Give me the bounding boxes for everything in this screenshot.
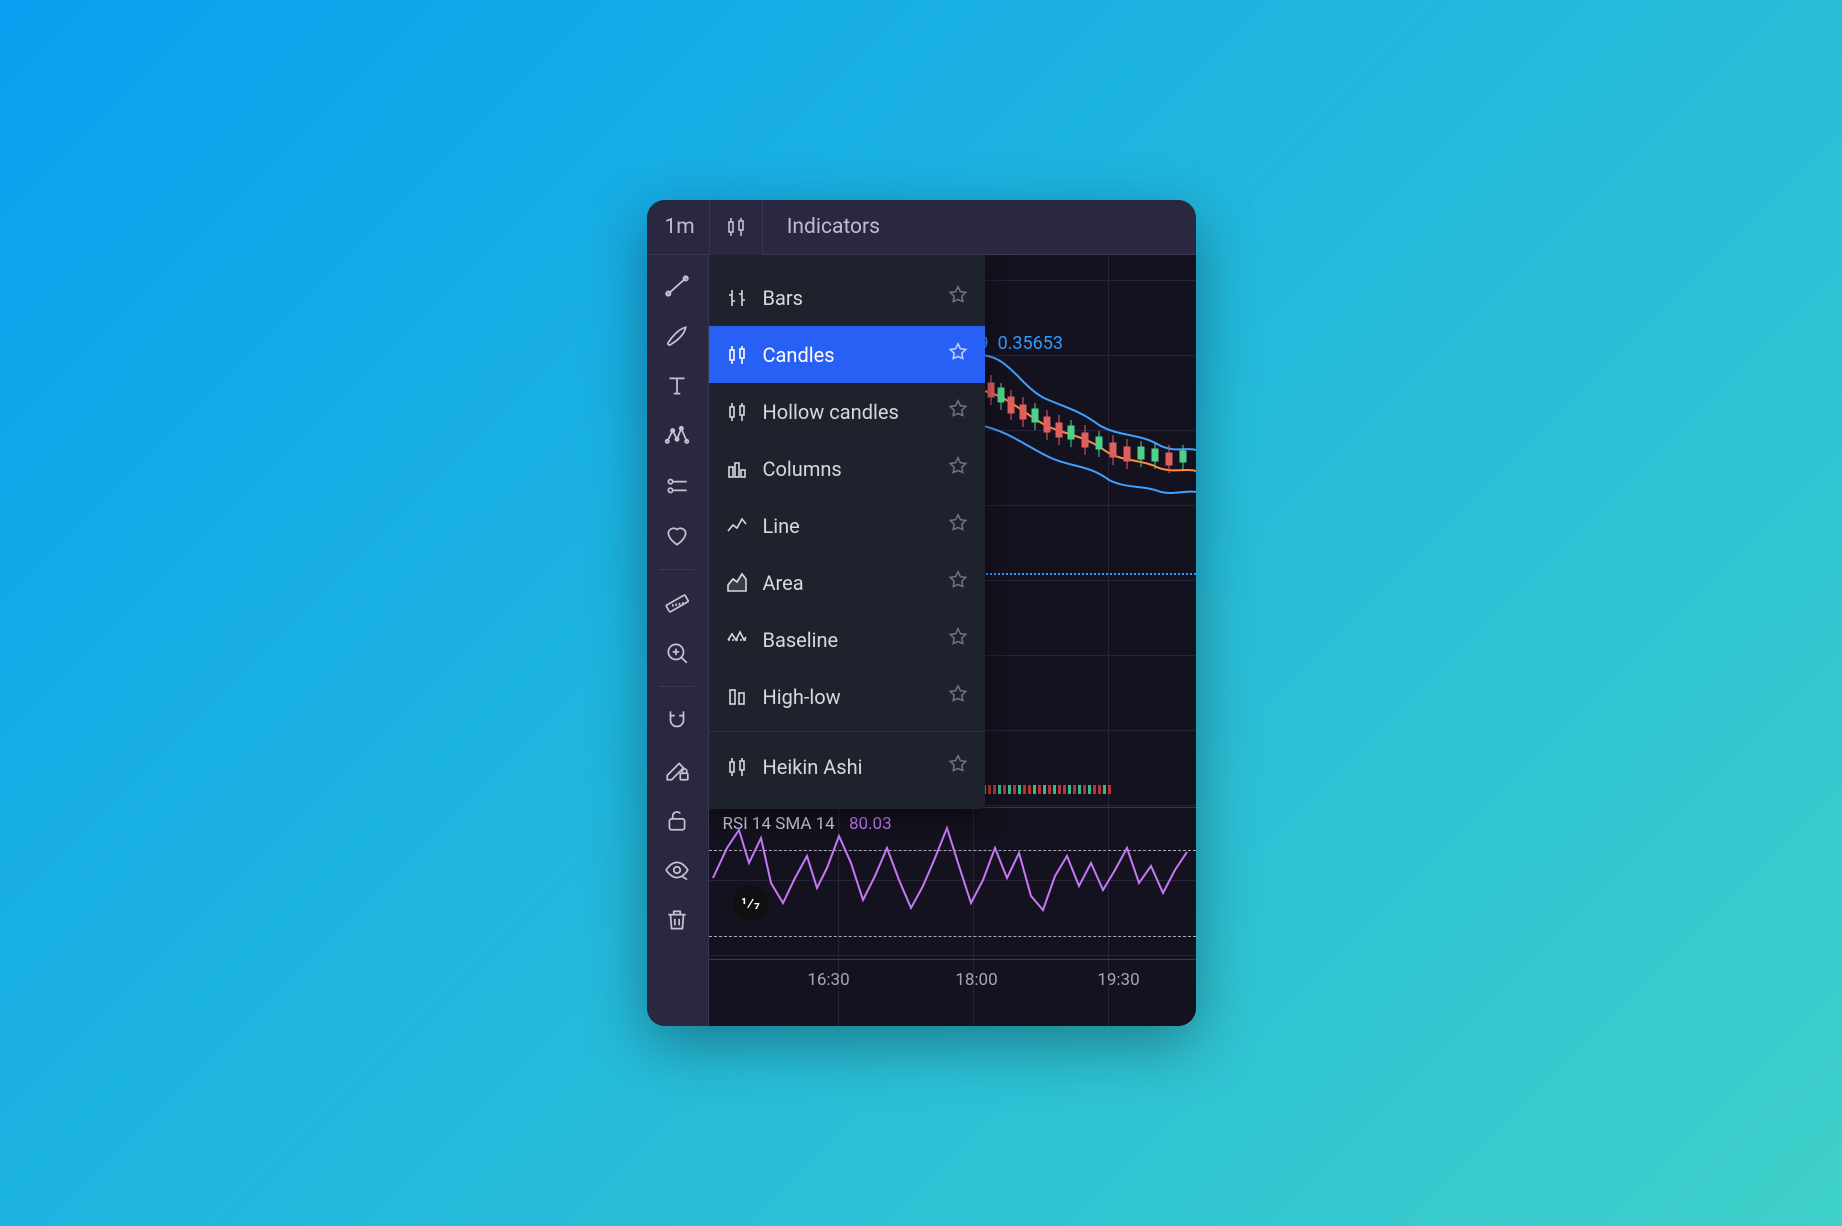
candles-icon	[725, 343, 749, 367]
menu-label: High-low	[763, 685, 933, 709]
tv-badge-text: 1⁄7	[741, 894, 760, 913]
forecast-tool[interactable]	[654, 463, 700, 509]
unlock-tool[interactable]	[654, 797, 700, 843]
menu-label: Area	[763, 571, 933, 595]
chart-type-candles[interactable]: Candles	[709, 326, 985, 383]
hollow-candles-icon	[725, 400, 749, 424]
chart-type-columns[interactable]: Columns	[709, 440, 985, 497]
rsi-chart-svg	[709, 808, 1196, 958]
favorites-tool[interactable]	[654, 513, 700, 559]
delete-tool[interactable]	[654, 897, 700, 943]
star-icon[interactable]	[947, 455, 969, 482]
toolbar-separator	[659, 569, 695, 570]
time-tick: 18:00	[955, 970, 997, 990]
line-icon	[725, 514, 749, 538]
menu-label: Bars	[763, 286, 933, 310]
chart-type-button[interactable]	[710, 200, 763, 255]
zoom-in-icon	[664, 640, 690, 666]
heart-icon	[664, 523, 690, 549]
patterns-icon	[664, 423, 690, 449]
area-icon	[725, 571, 749, 595]
star-icon[interactable]	[947, 284, 969, 311]
zoom-tool[interactable]	[654, 630, 700, 676]
star-icon[interactable]	[947, 512, 969, 539]
chart-area[interactable]: 35890 C0.35915 +0 9 0.35653	[709, 255, 1196, 1026]
trash-icon	[664, 907, 690, 933]
forecast-icon	[664, 473, 690, 499]
eye-icon	[664, 857, 690, 883]
patterns-tool[interactable]	[654, 413, 700, 459]
star-icon[interactable]	[947, 683, 969, 710]
brush-icon	[664, 323, 690, 349]
rsi-panel[interactable]: RSI 14 SMA 14 80.03	[709, 807, 1196, 957]
tradingview-badge[interactable]: 1⁄7	[733, 885, 769, 921]
star-icon[interactable]	[947, 398, 969, 425]
star-icon[interactable]	[947, 753, 969, 780]
chart-type-bars[interactable]: Bars	[709, 269, 985, 326]
chart-type-line[interactable]: Line	[709, 497, 985, 554]
menu-label: Candles	[763, 343, 933, 367]
time-tick: 19:30	[1097, 970, 1139, 990]
lock-drawings-tool[interactable]	[654, 747, 700, 793]
time-axis: 16:30 18:00 19:30	[709, 959, 1196, 999]
toolbar-separator	[659, 686, 695, 687]
unlock-icon	[664, 807, 690, 833]
indicators-label: Indicators	[787, 215, 880, 239]
bars-icon	[725, 286, 749, 310]
measure-tool[interactable]	[654, 580, 700, 626]
magnet-tool[interactable]	[654, 697, 700, 743]
chart-type-high-low[interactable]: High-low	[709, 668, 985, 725]
menu-label: Line	[763, 514, 933, 538]
menu-label: Baseline	[763, 628, 933, 652]
candlestick-icon	[724, 215, 748, 239]
star-icon[interactable]	[947, 569, 969, 596]
chart-type-hollow-candles[interactable]: Hollow candles	[709, 383, 985, 440]
brush-tool[interactable]	[654, 313, 700, 359]
high-low-icon	[725, 685, 749, 709]
top-toolbar: 1m Indicators	[647, 200, 1196, 255]
trendline-tool[interactable]	[654, 263, 700, 309]
timeframe-label: 1m	[665, 215, 695, 239]
ruler-icon	[664, 590, 690, 616]
magnet-icon	[664, 707, 690, 733]
text-icon	[664, 373, 690, 399]
chart-window: 1m Indicators	[647, 200, 1196, 1026]
columns-icon	[725, 457, 749, 481]
star-icon[interactable]	[947, 626, 969, 653]
time-tick: 16:30	[807, 970, 849, 990]
timeframe-selector[interactable]: 1m	[651, 200, 710, 255]
text-tool[interactable]	[654, 363, 700, 409]
chart-type-area[interactable]: Area	[709, 554, 985, 611]
pencil-lock-icon	[664, 757, 690, 783]
menu-label: Hollow candles	[763, 400, 933, 424]
visibility-tool[interactable]	[654, 847, 700, 893]
chart-type-baseline[interactable]: Baseline	[709, 611, 985, 668]
menu-label: Columns	[763, 457, 933, 481]
star-icon[interactable]	[947, 341, 969, 368]
chart-type-menu: Bars Candles Hollow candles Columns	[709, 255, 985, 809]
baseline-icon	[725, 628, 749, 652]
drawing-tools-sidebar	[647, 255, 709, 1026]
menu-separator	[709, 731, 985, 732]
indicators-button[interactable]: Indicators	[763, 200, 894, 255]
chart-type-heikin-ashi[interactable]: Heikin Ashi	[709, 738, 985, 795]
menu-label: Heikin Ashi	[763, 755, 933, 779]
trendline-icon	[664, 273, 690, 299]
heikin-ashi-icon	[725, 755, 749, 779]
